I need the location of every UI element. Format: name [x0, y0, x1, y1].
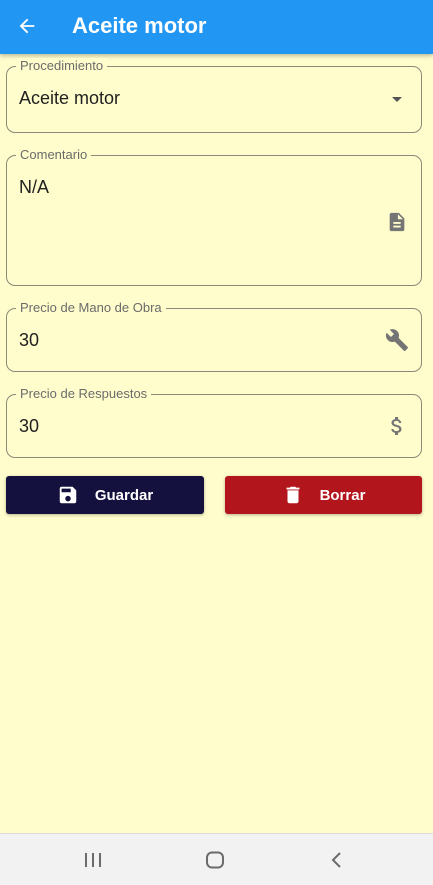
mano-obra-label: Precio de Mano de Obra [16, 300, 166, 316]
back-button[interactable] [12, 11, 42, 41]
dropdown-arrow-icon [385, 87, 409, 111]
dollar-icon [385, 414, 409, 438]
home-button[interactable] [200, 846, 230, 874]
repuestos-value: 30 [19, 416, 40, 436]
save-icon [59, 486, 77, 504]
recent-apps-button[interactable] [78, 846, 108, 874]
system-back-button[interactable] [322, 846, 352, 874]
delete-button-label: Borrar [319, 486, 366, 504]
procedimiento-label: Procedimiento [16, 58, 108, 74]
home-icon [206, 851, 224, 869]
comentario-label: Comentario [16, 147, 92, 163]
wrench-icon [385, 328, 409, 352]
trash-icon [286, 486, 299, 504]
repuestos-field[interactable]: Precio de Respuestos 30 [6, 386, 422, 458]
save-button[interactable]: Guardar [6, 476, 204, 514]
save-button-label: Guardar [94, 486, 154, 504]
mano-obra-field[interactable]: Precio de Mano de Obra 30 [6, 300, 422, 372]
recent-apps-icon [85, 853, 101, 867]
back-icon [331, 852, 341, 868]
comentario-field[interactable]: Comentario N/A [6, 147, 422, 286]
arrow-left-icon [19, 18, 35, 34]
page-title: Aceite motor [72, 13, 207, 38]
repuestos-label: Precio de Respuestos [16, 386, 152, 402]
procedimiento-dropdown[interactable]: Procedimiento Aceite motor [6, 58, 422, 133]
app-bar: Aceite motor [0, 0, 433, 54]
delete-button[interactable]: Borrar [225, 476, 422, 514]
comentario-value: N/A [19, 177, 50, 197]
document-icon [385, 210, 409, 234]
procedimiento-value: Aceite motor [19, 88, 121, 108]
system-nav-bar [0, 833, 433, 885]
mano-obra-value: 30 [19, 330, 40, 350]
